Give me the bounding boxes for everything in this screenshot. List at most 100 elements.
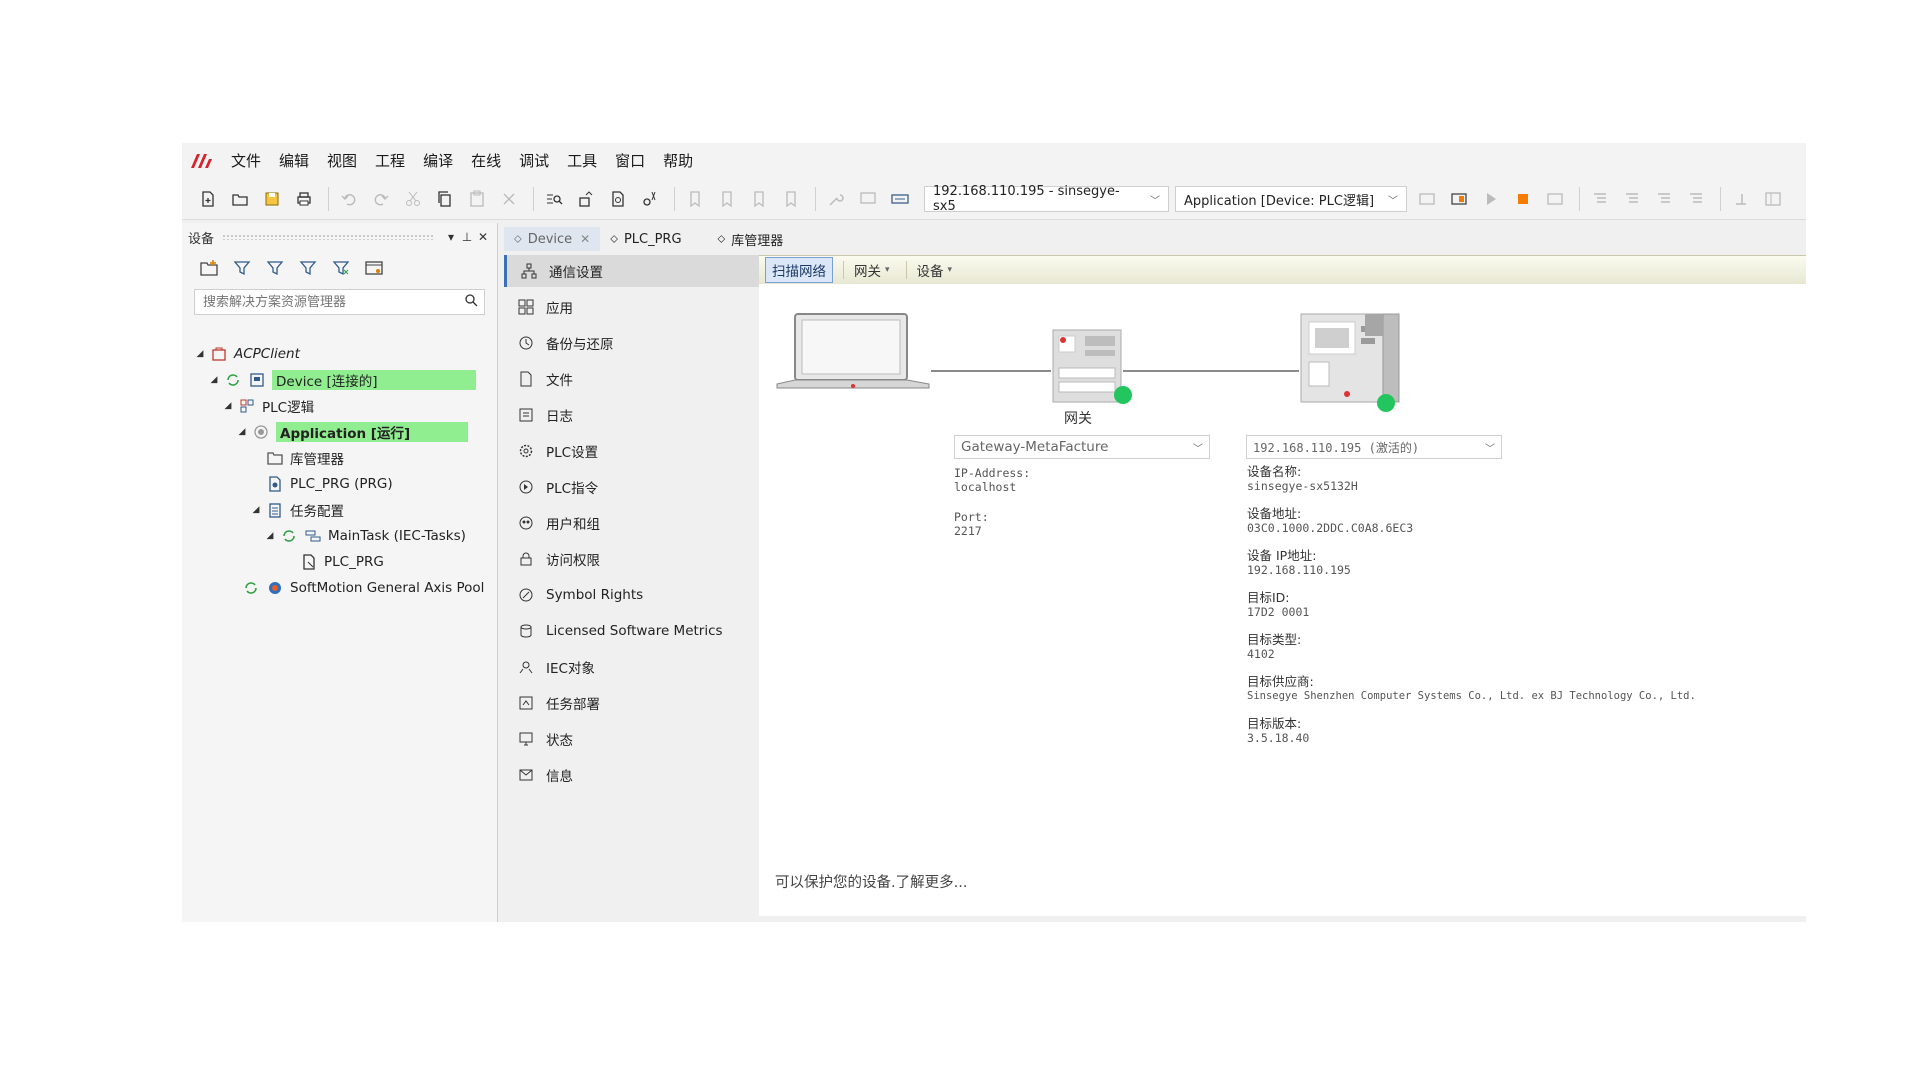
undo-icon[interactable]	[335, 185, 363, 213]
tree-node-acpclient[interactable]: ◢ ACPClient	[194, 343, 300, 365]
menu-edit[interactable]: 编辑	[270, 143, 318, 179]
wrench-icon[interactable]	[822, 185, 850, 213]
paste-icon[interactable]	[463, 185, 491, 213]
device-menu-button[interactable]: 设备 ▾	[911, 258, 959, 282]
solution-search-box[interactable]	[194, 289, 485, 315]
nav-symbol-rights[interactable]: Symbol Rights	[504, 579, 759, 611]
collapse-arrow-icon[interactable]: ◢	[236, 427, 248, 437]
close-icon[interactable]: ✕	[580, 232, 590, 246]
collapse-arrow-icon[interactable]: ◢	[208, 375, 220, 385]
cut-icon[interactable]	[399, 185, 427, 213]
filter-clear-icon[interactable]	[328, 255, 354, 281]
menu-build[interactable]: 编译	[414, 143, 462, 179]
menu-debug[interactable]: 调试	[510, 143, 558, 179]
redo-icon[interactable]	[367, 185, 395, 213]
nav-task-deployment[interactable]: 任务部署	[504, 687, 759, 719]
login-icon[interactable]	[1413, 185, 1441, 213]
close-icon[interactable]: ✕	[475, 230, 491, 244]
step-into-icon[interactable]	[1618, 185, 1646, 213]
nav-backup-restore[interactable]: 备份与还原	[504, 327, 759, 359]
text-replace-icon[interactable]	[636, 185, 664, 213]
tab-device[interactable]: ⬦ Device ✕	[504, 227, 601, 251]
bookmark-clear-icon[interactable]	[777, 185, 805, 213]
nav-users-groups[interactable]: 用户和组	[504, 507, 759, 539]
tab-plc-prg[interactable]: ⬦ PLC_PRG	[600, 227, 691, 251]
monitor-icon[interactable]	[854, 185, 882, 213]
reset-icon[interactable]	[1541, 185, 1569, 213]
print-icon[interactable]	[290, 185, 318, 213]
menu-window[interactable]: 窗口	[606, 143, 654, 179]
tree-node-library-manager[interactable]: 库管理器	[266, 447, 344, 469]
tree-node-maintask[interactable]: ◢ MainTask (IEC-Tasks)	[264, 525, 466, 547]
menu-view[interactable]: 视图	[318, 143, 366, 179]
nav-log[interactable]: 日志	[504, 399, 759, 431]
add-folder-icon[interactable]	[196, 255, 222, 281]
bookmark-prev-icon[interactable]	[713, 185, 741, 213]
collapse-arrow-icon[interactable]: ◢	[222, 401, 234, 411]
find-icon[interactable]	[540, 185, 568, 213]
step-over-icon[interactable]	[1586, 185, 1614, 213]
layout-icon[interactable]	[1759, 185, 1787, 213]
pin-icon[interactable]: ⊥	[459, 230, 475, 244]
network-link-icon[interactable]	[886, 185, 914, 213]
collapse-arrow-icon[interactable]: ◢	[250, 505, 262, 515]
logout-icon[interactable]	[1445, 185, 1473, 213]
collapse-arrow-icon[interactable]: ◢	[264, 531, 276, 541]
gateway-select[interactable]: Gateway-MetaFacture ﹀	[954, 435, 1210, 459]
replace-icon[interactable]	[572, 185, 600, 213]
run-icon[interactable]	[1477, 185, 1505, 213]
tree-node-task-config[interactable]: ◢ 任务配置	[250, 499, 344, 521]
tree-node-application[interactable]: ◢ Application [运行]	[236, 421, 468, 443]
step-out-icon[interactable]	[1650, 185, 1678, 213]
save-icon[interactable]	[258, 185, 286, 213]
tree-node-device[interactable]: ◢ Device [连接的]	[208, 369, 476, 391]
tree-node-plc-logic[interactable]: ◢ PLC逻辑	[222, 395, 314, 417]
nav-iec-objects[interactable]: IEC对象	[504, 651, 759, 683]
nav-communication-settings[interactable]: 通信设置	[504, 255, 759, 287]
device-select[interactable]: 192.168.110.195 (激活的) ﹀	[1246, 435, 1502, 459]
tree-node-axis-pool[interactable]: SoftMotion General Axis Pool	[242, 577, 484, 599]
menu-help[interactable]: 帮助	[654, 143, 702, 179]
new-file-icon[interactable]	[194, 185, 222, 213]
panel-dropdown-icon[interactable]: ▾	[443, 230, 459, 244]
nav-status[interactable]: 状态	[504, 723, 759, 755]
gateway-menu-button[interactable]: 网关 ▾	[848, 258, 896, 282]
open-folder-icon[interactable]	[226, 185, 254, 213]
nav-plc-commands[interactable]: PLC指令	[504, 471, 759, 503]
collapse-arrow-icon[interactable]: ◢	[194, 349, 206, 359]
nav-application[interactable]: 应用	[504, 291, 759, 323]
menu-tools[interactable]: 工具	[558, 143, 606, 179]
scan-network-button[interactable]: 扫描网络	[765, 257, 833, 283]
tree-label: 任务配置	[290, 504, 344, 520]
tab-library-manager[interactable]: ⬦ 库管理器	[708, 227, 794, 251]
filter-down-icon[interactable]	[295, 255, 321, 281]
nav-access-rights[interactable]: 访问权限	[504, 543, 759, 575]
bookmark-next-icon[interactable]	[745, 185, 773, 213]
tree-node-plc-prg[interactable]: PLC_PRG (PRG)	[266, 473, 393, 495]
solution-search-input[interactable]	[201, 293, 445, 311]
properties-icon[interactable]	[361, 255, 387, 281]
nav-licensed-software-metrics[interactable]: Licensed Software Metrics	[504, 615, 759, 647]
copy-icon[interactable]	[431, 185, 459, 213]
filter-icon[interactable]	[229, 255, 255, 281]
breakpoint-list-icon[interactable]	[1727, 185, 1755, 213]
panel-grip[interactable]	[222, 234, 435, 240]
nav-information[interactable]: 信息	[504, 759, 759, 791]
application-combo[interactable]: Application [Device: PLC逻辑] ﹀	[1175, 186, 1407, 212]
menu-online[interactable]: 在线	[462, 143, 510, 179]
protect-device-link[interactable]: 可以保护您的设备.了解更多...	[775, 871, 967, 892]
stop-icon[interactable]	[1509, 185, 1537, 213]
filter-up-icon[interactable]	[262, 255, 288, 281]
run-to-cursor-icon[interactable]	[1682, 185, 1710, 213]
bookmark-icon[interactable]	[681, 185, 709, 213]
device-connection-combo[interactable]: 192.168.110.195 - sinsegye-sx5 ﹀	[924, 184, 1169, 214]
find-file-icon[interactable]	[604, 185, 632, 213]
nav-files[interactable]: 文件	[504, 363, 759, 395]
nav-plc-settings[interactable]: PLC设置	[504, 435, 759, 467]
tree-node-plc-prg-call[interactable]: PLC_PRG	[300, 551, 384, 573]
delete-icon[interactable]	[495, 185, 523, 213]
search-icon[interactable]	[464, 293, 478, 311]
menu-file[interactable]: 文件	[222, 143, 270, 179]
menu-project[interactable]: 工程	[366, 143, 414, 179]
nav-label: Symbol Rights	[546, 587, 644, 603]
